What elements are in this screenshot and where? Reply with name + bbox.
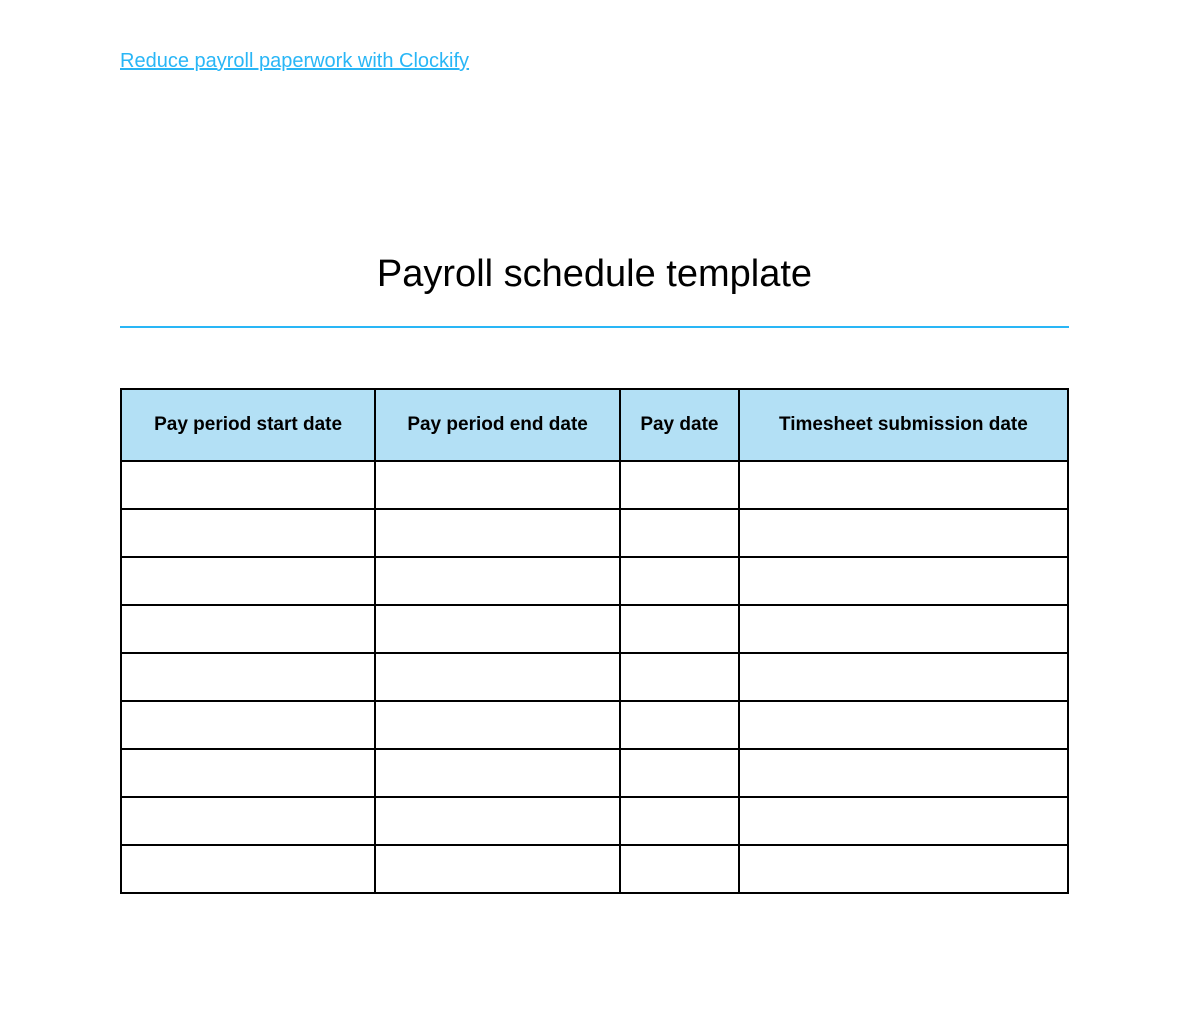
table-cell[interactable]	[739, 749, 1068, 797]
table-cell[interactable]	[121, 461, 375, 509]
table-cell[interactable]	[620, 557, 739, 605]
table-cell[interactable]	[620, 701, 739, 749]
table-cell[interactable]	[375, 605, 620, 653]
table-cell[interactable]	[620, 845, 739, 893]
col-header-pay-date: Pay date	[620, 389, 739, 461]
table-cell[interactable]	[620, 653, 739, 701]
col-header-start-date: Pay period start date	[121, 389, 375, 461]
table-cell[interactable]	[375, 701, 620, 749]
table-cell[interactable]	[739, 557, 1068, 605]
table-row	[121, 605, 1068, 653]
table-cell[interactable]	[121, 701, 375, 749]
title-divider	[120, 326, 1069, 328]
table-cell[interactable]	[375, 653, 620, 701]
table-row	[121, 509, 1068, 557]
table-cell[interactable]	[739, 797, 1068, 845]
table-cell[interactable]	[620, 461, 739, 509]
table-row	[121, 461, 1068, 509]
col-header-submission-date: Timesheet submission date	[739, 389, 1068, 461]
table-cell[interactable]	[375, 557, 620, 605]
table-cell[interactable]	[739, 509, 1068, 557]
table-cell[interactable]	[375, 845, 620, 893]
table-cell[interactable]	[375, 461, 620, 509]
table-cell[interactable]	[739, 845, 1068, 893]
table-cell[interactable]	[121, 797, 375, 845]
table-row	[121, 557, 1068, 605]
table-header-row: Pay period start date Pay period end dat…	[121, 389, 1068, 461]
table-cell[interactable]	[739, 461, 1068, 509]
table-cell[interactable]	[375, 797, 620, 845]
table-cell[interactable]	[121, 749, 375, 797]
table-cell[interactable]	[121, 845, 375, 893]
table-row	[121, 653, 1068, 701]
table-cell[interactable]	[620, 509, 739, 557]
table-cell[interactable]	[121, 509, 375, 557]
table-cell[interactable]	[375, 509, 620, 557]
table-cell[interactable]	[620, 797, 739, 845]
page-title: Payroll schedule template	[120, 253, 1069, 296]
table-row	[121, 701, 1068, 749]
col-header-end-date: Pay period end date	[375, 389, 620, 461]
table-row	[121, 749, 1068, 797]
table-row	[121, 845, 1068, 893]
payroll-schedule-table: Pay period start date Pay period end dat…	[120, 388, 1069, 894]
table-cell[interactable]	[620, 605, 739, 653]
table-cell[interactable]	[739, 605, 1068, 653]
table-cell[interactable]	[620, 749, 739, 797]
table-cell[interactable]	[739, 701, 1068, 749]
promo-link[interactable]: Reduce payroll paperwork with Clockify	[120, 50, 469, 72]
table-cell[interactable]	[739, 653, 1068, 701]
table-row	[121, 797, 1068, 845]
table-cell[interactable]	[121, 653, 375, 701]
table-cell[interactable]	[121, 557, 375, 605]
table-cell[interactable]	[375, 749, 620, 797]
table-cell[interactable]	[121, 605, 375, 653]
